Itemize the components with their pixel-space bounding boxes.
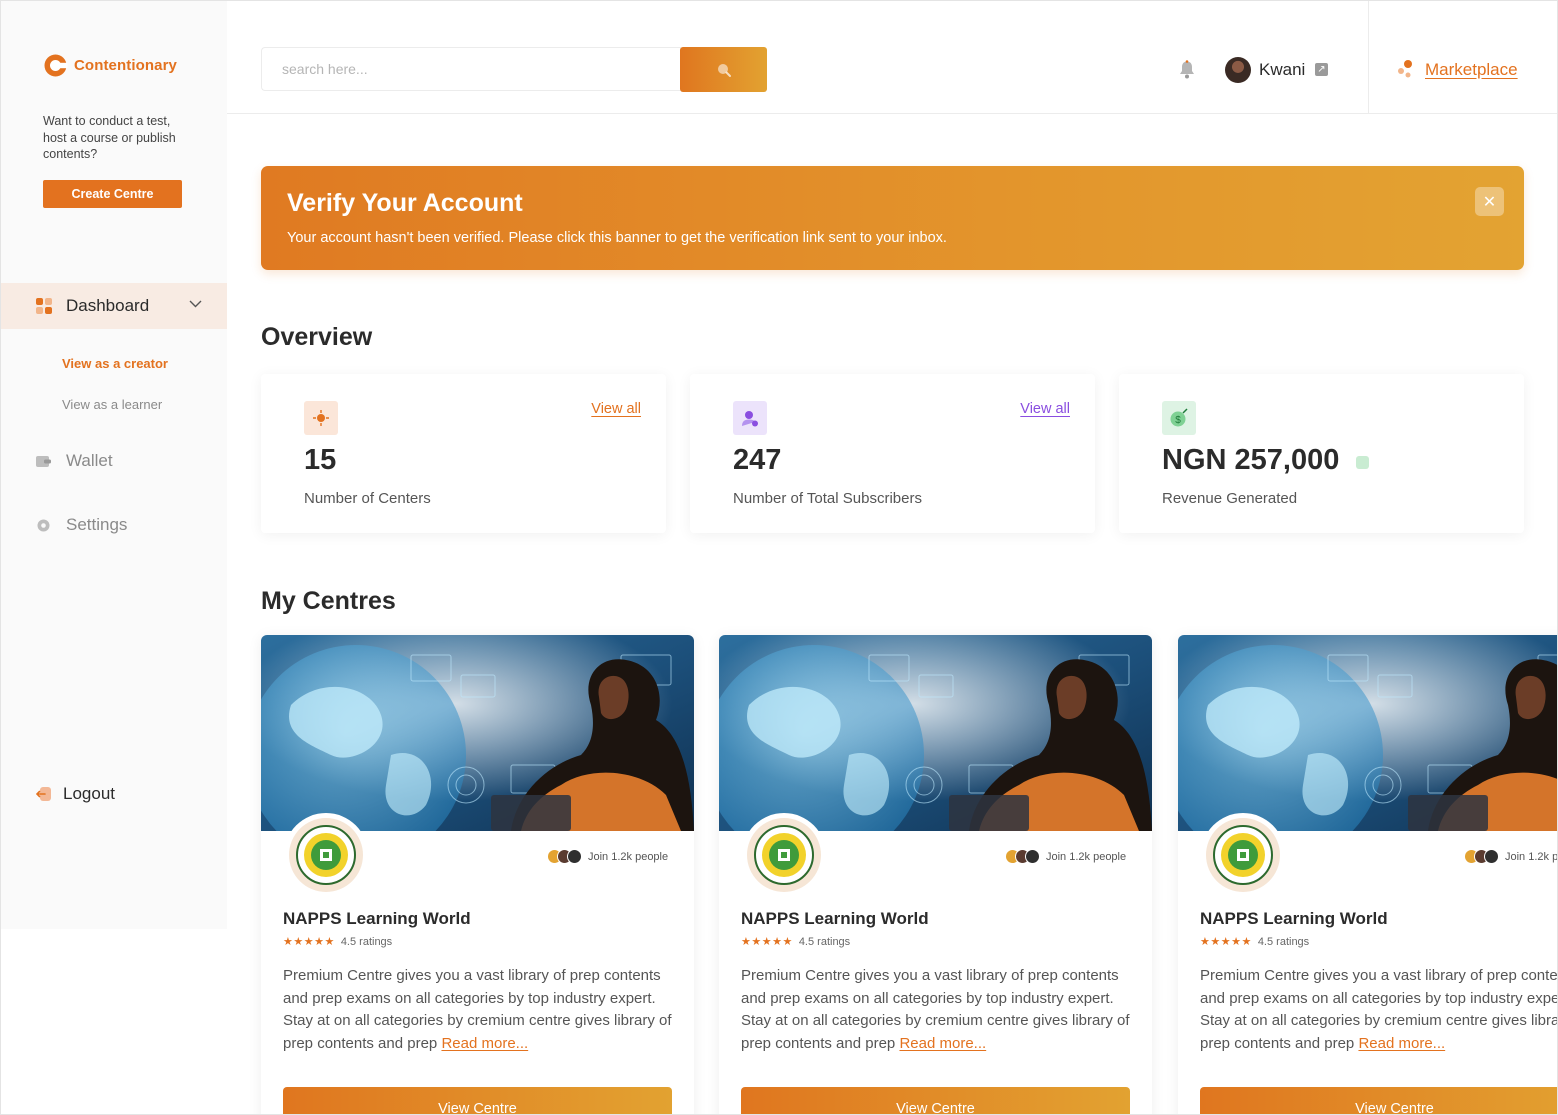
rating-stars-icon: ★★★★★ bbox=[283, 936, 335, 948]
centre-logo bbox=[742, 813, 826, 897]
read-more-link[interactable]: Read more... bbox=[899, 1035, 986, 1052]
svg-text:$: $ bbox=[1175, 415, 1181, 426]
view-all-subscribers-link[interactable]: View all bbox=[1020, 401, 1070, 417]
centre-name: NAPPS Learning World bbox=[1200, 909, 1388, 928]
revenue-icon: $ bbox=[1162, 401, 1196, 435]
member-avatars bbox=[1005, 849, 1040, 864]
logout-icon bbox=[36, 787, 51, 801]
wallet-icon bbox=[36, 455, 51, 467]
centre-cover-image bbox=[261, 635, 694, 831]
centre-logo bbox=[284, 813, 368, 897]
trend-up-icon bbox=[1356, 456, 1369, 469]
sidebar-item-dashboard[interactable]: Dashboard bbox=[1, 283, 227, 329]
join-text: Join 1.2k people bbox=[1046, 850, 1127, 863]
view-all-centers-link[interactable]: View all bbox=[591, 401, 641, 417]
gear-icon bbox=[37, 519, 50, 531]
centre-name: NAPPS Learning World bbox=[283, 909, 471, 928]
rating-stars-icon: ★★★★★ bbox=[1200, 936, 1252, 948]
stat-label: Number of Total Subscribers bbox=[733, 490, 922, 507]
centre-description: Premium Centre gives you a vast library … bbox=[1200, 967, 1558, 1052]
join-people: Join 1.2k people bbox=[1464, 849, 1558, 864]
user-avatar[interactable] bbox=[1225, 57, 1251, 83]
rating-stars-icon: ★★★★★ bbox=[741, 936, 793, 948]
centre-card[interactable]: Join 1.2k people NAPPS Learning World ★★… bbox=[261, 635, 694, 1114]
rating-text: 4.5 ratings bbox=[798, 935, 851, 948]
sidebar-item-logout[interactable]: Logout bbox=[36, 784, 115, 804]
stat-value: 247 bbox=[733, 444, 782, 476]
view-centre-button[interactable]: View Centre bbox=[741, 1087, 1130, 1114]
stat-value: 15 bbox=[304, 444, 337, 476]
sidebar-subitem-view-as-creator[interactable]: View as a creator bbox=[62, 356, 168, 371]
stat-label: Number of Centers bbox=[304, 490, 431, 507]
chevron-down-icon[interactable] bbox=[189, 300, 202, 308]
close-icon[interactable]: ✕ bbox=[1475, 187, 1504, 216]
sidebar-item-wallet[interactable]: Wallet bbox=[36, 451, 113, 471]
centre-cover-image bbox=[719, 635, 1152, 831]
centre-card[interactable]: Join 1.2k people NAPPS Learning World ★★… bbox=[1178, 635, 1558, 1114]
centers-icon bbox=[304, 401, 338, 435]
centre-rating: ★★★★★ 4.5 ratings bbox=[283, 935, 393, 949]
sidebar: Contentionary Want to conduct a test, ho… bbox=[1, 1, 227, 929]
overview-title: Overview bbox=[261, 323, 373, 351]
sidebar-item-settings[interactable]: Settings bbox=[36, 515, 127, 535]
sidebar-subitem-view-as-learner[interactable]: View as a learner bbox=[62, 397, 162, 412]
read-more-link[interactable]: Read more... bbox=[441, 1035, 528, 1052]
banner-title: Verify Your Account bbox=[287, 189, 523, 217]
centre-rating: ★★★★★ 4.5 ratings bbox=[741, 935, 851, 949]
view-centre-button[interactable]: View Centre bbox=[1200, 1087, 1557, 1114]
join-text: Join 1.2k people bbox=[588, 850, 669, 863]
brand-name: Contentionary bbox=[74, 57, 177, 74]
stat-label: Revenue Generated bbox=[1162, 490, 1298, 507]
join-people: Join 1.2k people bbox=[547, 849, 668, 864]
centre-cover-image bbox=[1178, 635, 1557, 831]
centre-description: Premium Centre gives you a vast library … bbox=[283, 967, 672, 1052]
dashboard-icon bbox=[36, 298, 52, 314]
centre-name: NAPPS Learning World bbox=[741, 909, 929, 928]
subscribers-icon bbox=[733, 401, 767, 435]
sidebar-item-label: Dashboard bbox=[66, 296, 150, 315]
search-button[interactable] bbox=[680, 47, 767, 92]
banner-text: Your account hasn't been verified. Pleas… bbox=[287, 230, 947, 246]
user-name[interactable]: Kwani bbox=[1259, 60, 1305, 80]
read-more-link[interactable]: Read more... bbox=[1358, 1035, 1445, 1052]
centre-card[interactable]: Join 1.2k people NAPPS Learning World ★★… bbox=[719, 635, 1152, 1114]
rating-text: 4.5 ratings bbox=[340, 935, 393, 948]
header-divider bbox=[1368, 1, 1369, 113]
stat-card-revenue: $ NGN 257,000 Revenue Generated bbox=[1119, 374, 1524, 533]
search-input[interactable] bbox=[261, 47, 681, 91]
promo-text: Want to conduct a test, host a course or… bbox=[43, 114, 176, 161]
member-avatars bbox=[1464, 849, 1499, 864]
marketplace-link[interactable]: Marketplace bbox=[1425, 60, 1518, 80]
rating-text: 4.5 ratings bbox=[1257, 935, 1310, 948]
brand-logo[interactable]: Contentionary bbox=[43, 53, 177, 78]
sidebar-item-label: Wallet bbox=[66, 451, 113, 470]
view-centre-button[interactable]: View Centre bbox=[283, 1087, 672, 1114]
top-header: Kwani ↗ Marketplace bbox=[227, 1, 1557, 114]
centre-logo bbox=[1201, 813, 1285, 897]
sidebar-item-label: Logout bbox=[63, 784, 115, 803]
contentionary-logo-icon bbox=[44, 54, 68, 77]
join-people: Join 1.2k people bbox=[1005, 849, 1126, 864]
centre-description: Premium Centre gives you a vast library … bbox=[741, 967, 1130, 1052]
create-centre-button[interactable]: Create Centre bbox=[43, 180, 182, 208]
app-frame: Contentionary Want to conduct a test, ho… bbox=[0, 0, 1558, 1115]
external-link-icon[interactable]: ↗ bbox=[1315, 63, 1328, 76]
search-icon bbox=[717, 63, 731, 77]
centre-rating: ★★★★★ 4.5 ratings bbox=[1200, 935, 1310, 949]
marketplace-icon bbox=[1398, 60, 1412, 78]
stat-value: NGN 257,000 bbox=[1162, 444, 1340, 476]
stat-card-centers: View all 15 Number of Centers bbox=[261, 374, 666, 533]
stat-card-subscribers: View all 247 Number of Total Subscribers bbox=[690, 374, 1095, 533]
bell-icon[interactable] bbox=[1179, 60, 1195, 79]
verify-account-banner[interactable]: Verify Your Account Your account hasn't … bbox=[261, 166, 1524, 270]
my-centres-title: My Centres bbox=[261, 587, 396, 615]
member-avatars bbox=[547, 849, 582, 864]
sidebar-item-label: Settings bbox=[66, 515, 128, 534]
join-text: Join 1.2k people bbox=[1505, 850, 1558, 863]
